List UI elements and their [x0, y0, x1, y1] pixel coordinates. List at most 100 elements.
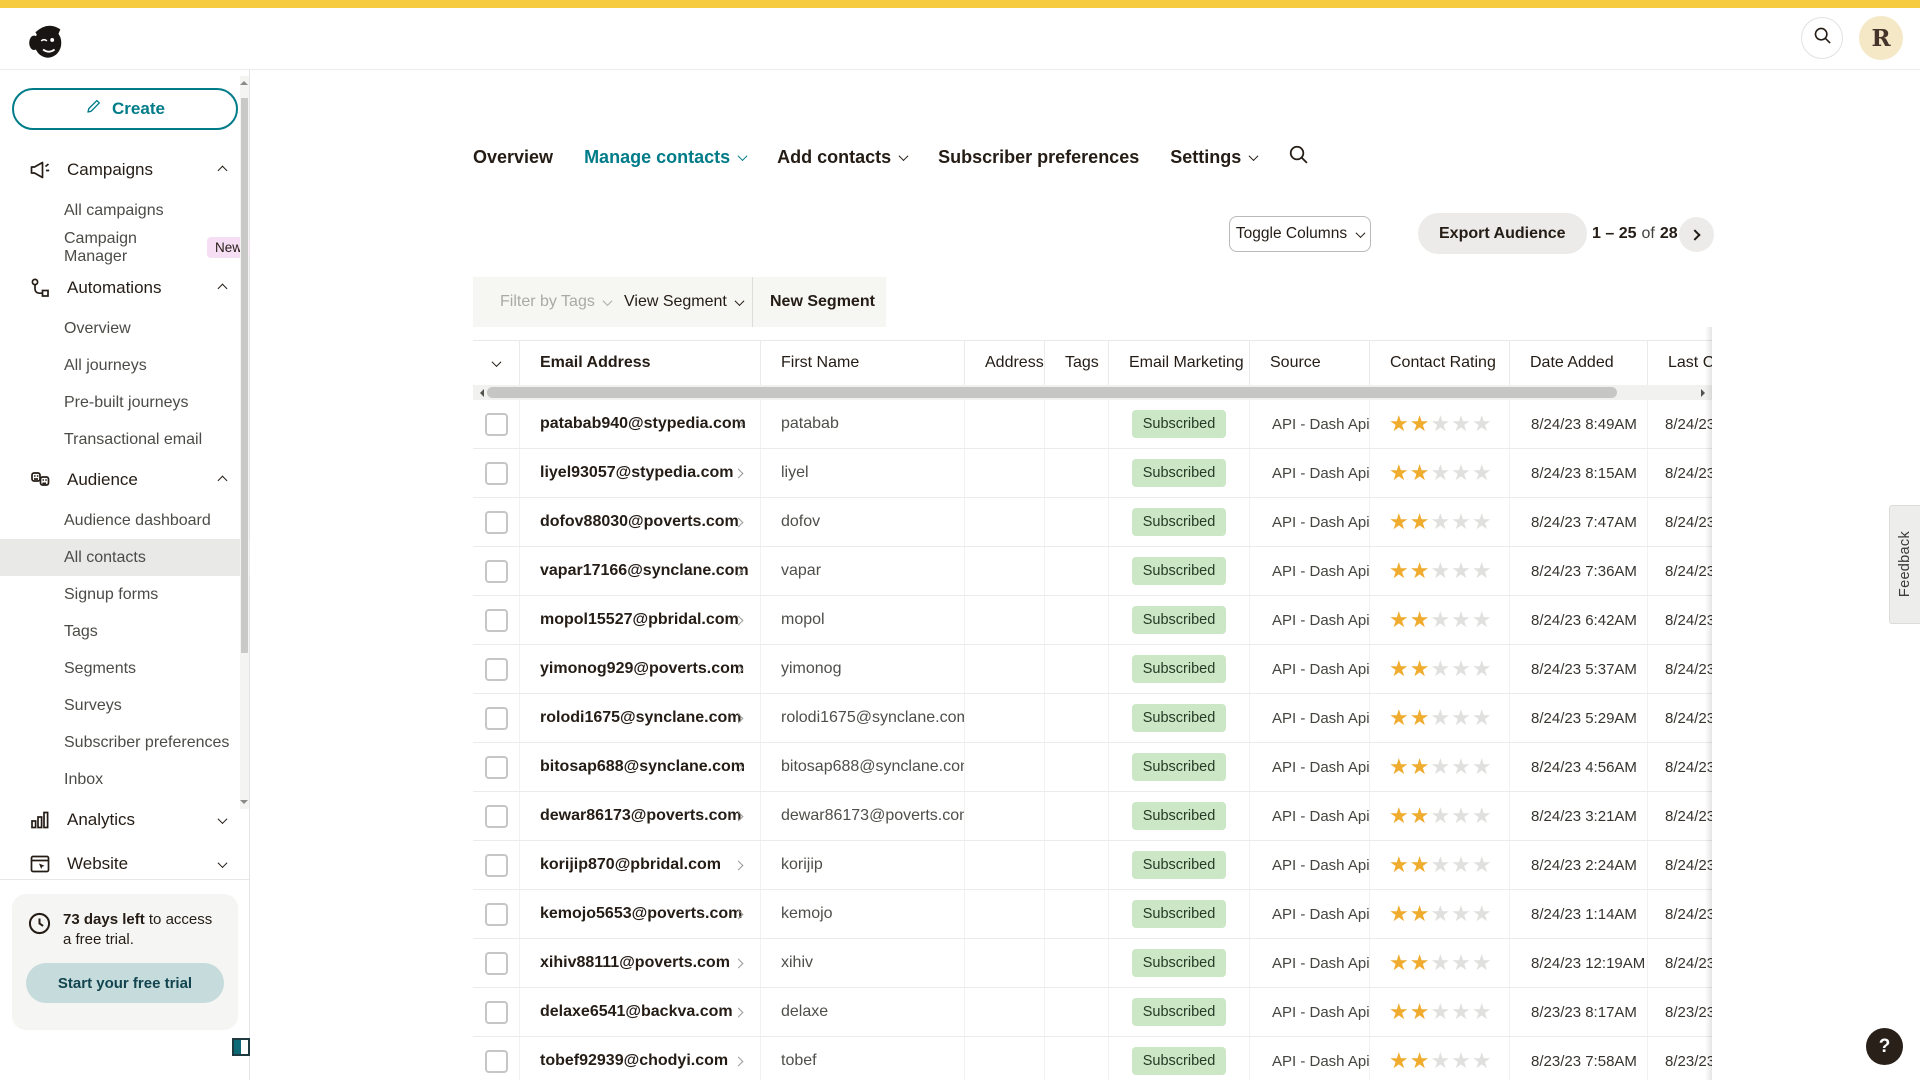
column-header-tags[interactable]: Tags [1044, 341, 1108, 385]
view-segment-dropdown[interactable]: View Segment [624, 277, 743, 327]
tab-add-contacts[interactable]: Add contacts [777, 147, 907, 168]
row-checkbox[interactable] [485, 1001, 508, 1024]
contact-email[interactable]: kemojo5653@poverts.com [540, 905, 742, 923]
header-search-button[interactable] [1801, 17, 1843, 59]
contact-email[interactable]: dofov88030@poverts.com [540, 513, 739, 531]
sidebar-section-automations[interactable]: Automations [0, 266, 250, 310]
sidebar-collapse-icon[interactable] [232, 1038, 250, 1056]
contact-email[interactable]: bitosap688@synclane.com [540, 758, 745, 776]
contact-email[interactable]: patabab940@stypedia.com [540, 415, 746, 433]
filter-by-tags-dropdown[interactable]: Filter by Tags [500, 277, 611, 327]
sidebar-item-all-campaigns[interactable]: All campaigns [0, 192, 250, 229]
help-button[interactable]: ? [1866, 1028, 1903, 1065]
row-checkbox[interactable] [485, 903, 508, 926]
contact-email[interactable]: tobef92939@chodyi.com [540, 1052, 728, 1070]
column-header-last-changed[interactable]: Last Changed [1647, 341, 1712, 385]
last-changed: 8/24/23 [1647, 645, 1712, 693]
table-row: dofov88030@poverts.com dofov Subscribed … [473, 498, 1712, 547]
sidebar-divider [0, 879, 249, 880]
create-button[interactable]: Create [12, 88, 238, 130]
contact-source: API - Dash Api [1249, 449, 1369, 497]
contacts-search-button[interactable] [1288, 144, 1309, 170]
row-checkbox[interactable] [485, 560, 508, 583]
status-badge: Subscribed [1132, 557, 1227, 585]
row-checkbox[interactable] [485, 756, 508, 779]
contact-tags [1044, 1037, 1108, 1080]
sidebar-item-overview[interactable]: Overview [0, 310, 250, 347]
status-badge: Subscribed [1132, 655, 1227, 683]
sidebar-item-campaign-manager[interactable]: Campaign ManagerNew [0, 229, 250, 266]
sidebar-item-surveys[interactable]: Surveys [0, 687, 250, 724]
tab-overview[interactable]: Overview [473, 147, 553, 168]
column-header-email[interactable]: Email Address [519, 341, 760, 385]
sidebar-item-pre-built-journeys[interactable]: Pre-built journeys [0, 384, 250, 421]
row-checkbox[interactable] [485, 854, 508, 877]
scroll-left-arrow-icon[interactable] [476, 389, 484, 397]
mailchimp-logo[interactable] [22, 16, 68, 62]
feedback-tab[interactable]: Feedback [1889, 505, 1920, 624]
column-header-first-name[interactable]: First Name [760, 341, 964, 385]
row-checkbox[interactable] [485, 1050, 508, 1073]
contact-rating: ★★★★★ [1369, 498, 1509, 546]
tab-subscriber-preferences[interactable]: Subscriber preferences [938, 147, 1139, 168]
sidebar-item-audience-dashboard[interactable]: Audience dashboard [0, 502, 250, 539]
contact-source: API - Dash Api [1249, 988, 1369, 1036]
tab-manage-contacts[interactable]: Manage contacts [584, 147, 746, 168]
row-checkbox[interactable] [485, 413, 508, 436]
column-header-source[interactable]: Source [1249, 341, 1369, 385]
contact-address [964, 400, 1044, 448]
row-checkbox[interactable] [485, 462, 508, 485]
contact-rating: ★★★★★ [1369, 449, 1509, 497]
sidebar-item-transactional-email[interactable]: Transactional email [0, 421, 250, 458]
sidebar-scrollbar-thumb[interactable] [241, 98, 248, 653]
sidebar-item-tags[interactable]: Tags [0, 613, 250, 650]
sidebar-section-audience[interactable]: Audience [0, 458, 250, 502]
contact-email[interactable]: delaxe6541@backva.com [540, 1003, 733, 1021]
export-audience-button[interactable]: Export Audience [1418, 213, 1587, 254]
row-checkbox[interactable] [485, 609, 508, 632]
sidebar-item-all-contacts[interactable]: All contacts [0, 539, 250, 576]
column-header-contact-rating[interactable]: Contact Rating [1369, 341, 1509, 385]
column-header-address[interactable]: Address [964, 341, 1044, 385]
sidebar-section-analytics[interactable]: Analytics [0, 798, 250, 842]
row-checkbox[interactable] [485, 805, 508, 828]
sidebar-item-all-journeys[interactable]: All journeys [0, 347, 250, 384]
row-checkbox[interactable] [485, 511, 508, 534]
tab-settings[interactable]: Settings [1170, 147, 1257, 168]
status-badge: Subscribed [1132, 704, 1227, 732]
table-row: liyel93057@stypedia.com liyel Subscribed… [473, 449, 1712, 498]
horizontal-scrollbar-thumb[interactable] [487, 387, 1617, 398]
sidebar-item-signup-forms[interactable]: Signup forms [0, 576, 250, 613]
column-header-date-added[interactable]: Date Added [1509, 341, 1647, 385]
contact-email[interactable]: xihiv88111@poverts.com [540, 954, 730, 972]
toggle-columns-button[interactable]: Toggle Columns [1229, 216, 1371, 252]
avatar[interactable]: R [1859, 16, 1903, 60]
row-checkbox[interactable] [485, 707, 508, 730]
sidebar-item-inbox[interactable]: Inbox [0, 761, 250, 798]
contact-email[interactable]: yimonog929@poverts.com [540, 660, 744, 678]
sidebar-scrollbar[interactable] [240, 76, 249, 809]
next-page-button[interactable] [1679, 217, 1714, 252]
new-segment-button[interactable]: New Segment [770, 277, 875, 327]
contact-address [964, 498, 1044, 546]
contact-email[interactable]: mopol15527@pbridal.com [540, 611, 739, 629]
row-checkbox[interactable] [485, 658, 508, 681]
last-changed: 8/24/23 [1647, 449, 1712, 497]
contact-email[interactable]: dewar86173@poverts.com [540, 807, 741, 825]
row-checkbox[interactable] [485, 952, 508, 975]
contact-first-name: patabab [760, 400, 964, 448]
horizontal-scrollbar[interactable] [473, 385, 1712, 400]
contact-email[interactable]: liyel93057@stypedia.com [540, 464, 733, 482]
contact-email[interactable]: rolodi1675@synclane.com [540, 709, 741, 727]
sidebar-item-subscriber-preferences[interactable]: Subscriber preferences [0, 724, 250, 761]
contact-tags [1044, 743, 1108, 791]
column-header-email-marketing[interactable]: Email Marketing [1108, 341, 1249, 385]
sidebar-section-campaigns[interactable]: Campaigns [0, 148, 250, 192]
select-all-dropdown[interactable] [473, 341, 519, 385]
contact-source: API - Dash Api [1249, 792, 1369, 840]
start-free-trial-button[interactable]: Start your free trial [26, 963, 224, 1003]
sidebar-item-segments[interactable]: Segments [0, 650, 250, 687]
scroll-right-arrow-icon[interactable] [1701, 389, 1709, 397]
contact-email[interactable]: korijip870@pbridal.com [540, 856, 721, 874]
contact-email[interactable]: vapar17166@synclane.com [540, 562, 749, 580]
